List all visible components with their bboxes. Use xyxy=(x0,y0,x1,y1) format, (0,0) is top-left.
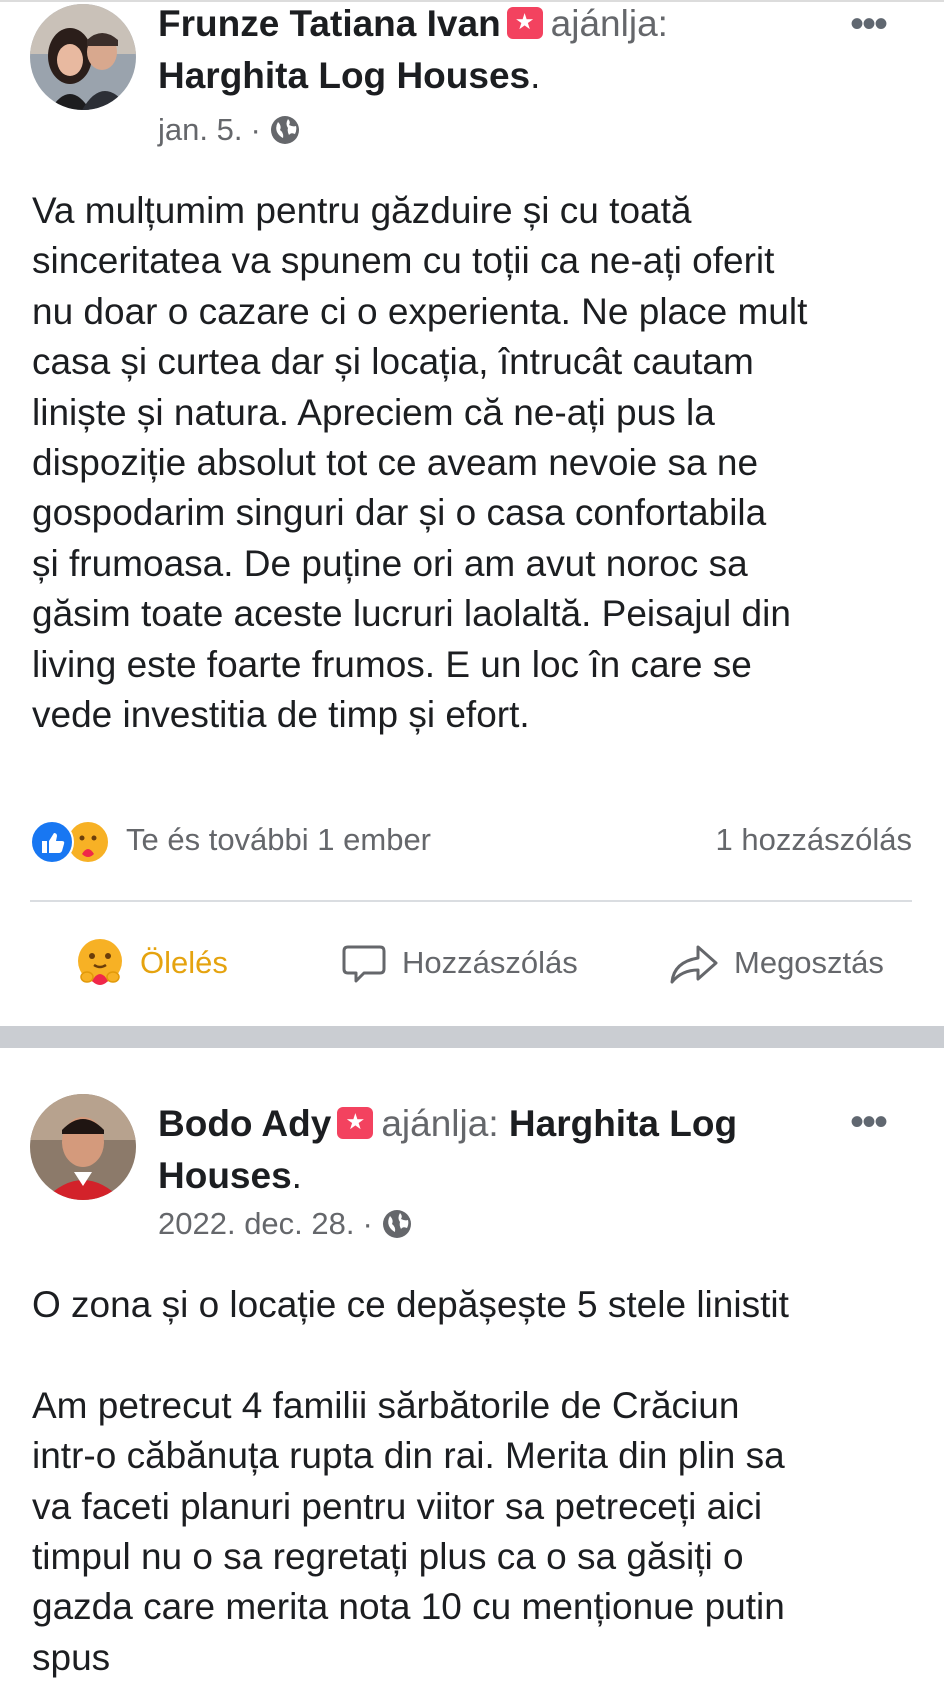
page-name[interactable]: Harghita Log Houses xyxy=(158,55,530,96)
post-separator xyxy=(0,1026,944,1048)
post-card: Frunze Tatiana Ivan ajánlja: Harghita Log… xyxy=(0,0,944,1026)
page-name[interactable]: Harghita Log xyxy=(509,1103,737,1144)
like-reaction-icon xyxy=(30,820,74,864)
recommends-label: ajánlja: xyxy=(550,3,668,44)
comments-count[interactable]: 1 hozzászólás xyxy=(716,822,912,858)
avatar[interactable] xyxy=(30,1094,136,1200)
author-name[interactable]: Frunze Tatiana Ivan xyxy=(158,3,501,44)
post-header: Frunze Tatiana Ivan ajánlja: Harghita Log… xyxy=(158,0,838,102)
comment-button[interactable]: Hozzászólás xyxy=(340,930,578,996)
comment-bubble-icon xyxy=(342,945,386,983)
post-header: Bodo Ady ajánlja: Harghita Log Houses. xyxy=(158,1098,838,1202)
reactions-summary[interactable]: Te és további 1 ember 1 hozzászólás xyxy=(30,820,912,864)
period: . xyxy=(530,55,541,96)
recommends-label: ajánlja: xyxy=(381,1103,499,1144)
divider xyxy=(30,900,912,902)
globe-icon xyxy=(382,1210,411,1238)
meta-separator: · xyxy=(362,1206,373,1241)
comment-label: Hozzászólás xyxy=(402,945,578,980)
reactions-text: Te és további 1 ember xyxy=(126,822,432,857)
globe-icon xyxy=(270,116,299,144)
recommend-badge-icon xyxy=(506,7,543,39)
meta-separator: · xyxy=(250,112,261,147)
post-date[interactable]: jan. 5. xyxy=(158,112,242,148)
share-label: Megosztás xyxy=(734,945,884,980)
share-button[interactable]: Megosztás xyxy=(668,930,884,996)
post-body: O zona și o locație ce depășește 5 stele… xyxy=(32,1284,789,1678)
share-arrow-icon xyxy=(670,945,718,984)
care-reaction-icon xyxy=(78,939,122,985)
more-options-icon[interactable]: ••• xyxy=(850,4,888,44)
reaction-icons xyxy=(30,820,110,864)
post-card: Bodo Ady ajánlja: Harghita Log Houses. ••… xyxy=(0,1048,944,1703)
avatar[interactable] xyxy=(30,4,136,110)
action-bar: Ölelés Hozzászólás Megosztás xyxy=(0,930,944,996)
recommend-badge-icon xyxy=(337,1107,374,1139)
post-meta: 2022. dec. 28. · xyxy=(158,1206,413,1242)
post-date[interactable]: 2022. dec. 28. xyxy=(158,1206,355,1242)
post-body: Va mulțumim pentru găzduire și cu toată … xyxy=(32,190,808,736)
react-label: Ölelés xyxy=(140,945,228,980)
page-name-continued[interactable]: Houses xyxy=(158,1155,292,1196)
author-name[interactable]: Bodo Ady xyxy=(158,1103,331,1144)
post-meta: jan. 5. · xyxy=(158,112,301,148)
period: . xyxy=(291,1155,302,1196)
more-options-icon[interactable]: ••• xyxy=(850,1102,888,1142)
react-button[interactable]: Ölelés xyxy=(74,930,228,996)
